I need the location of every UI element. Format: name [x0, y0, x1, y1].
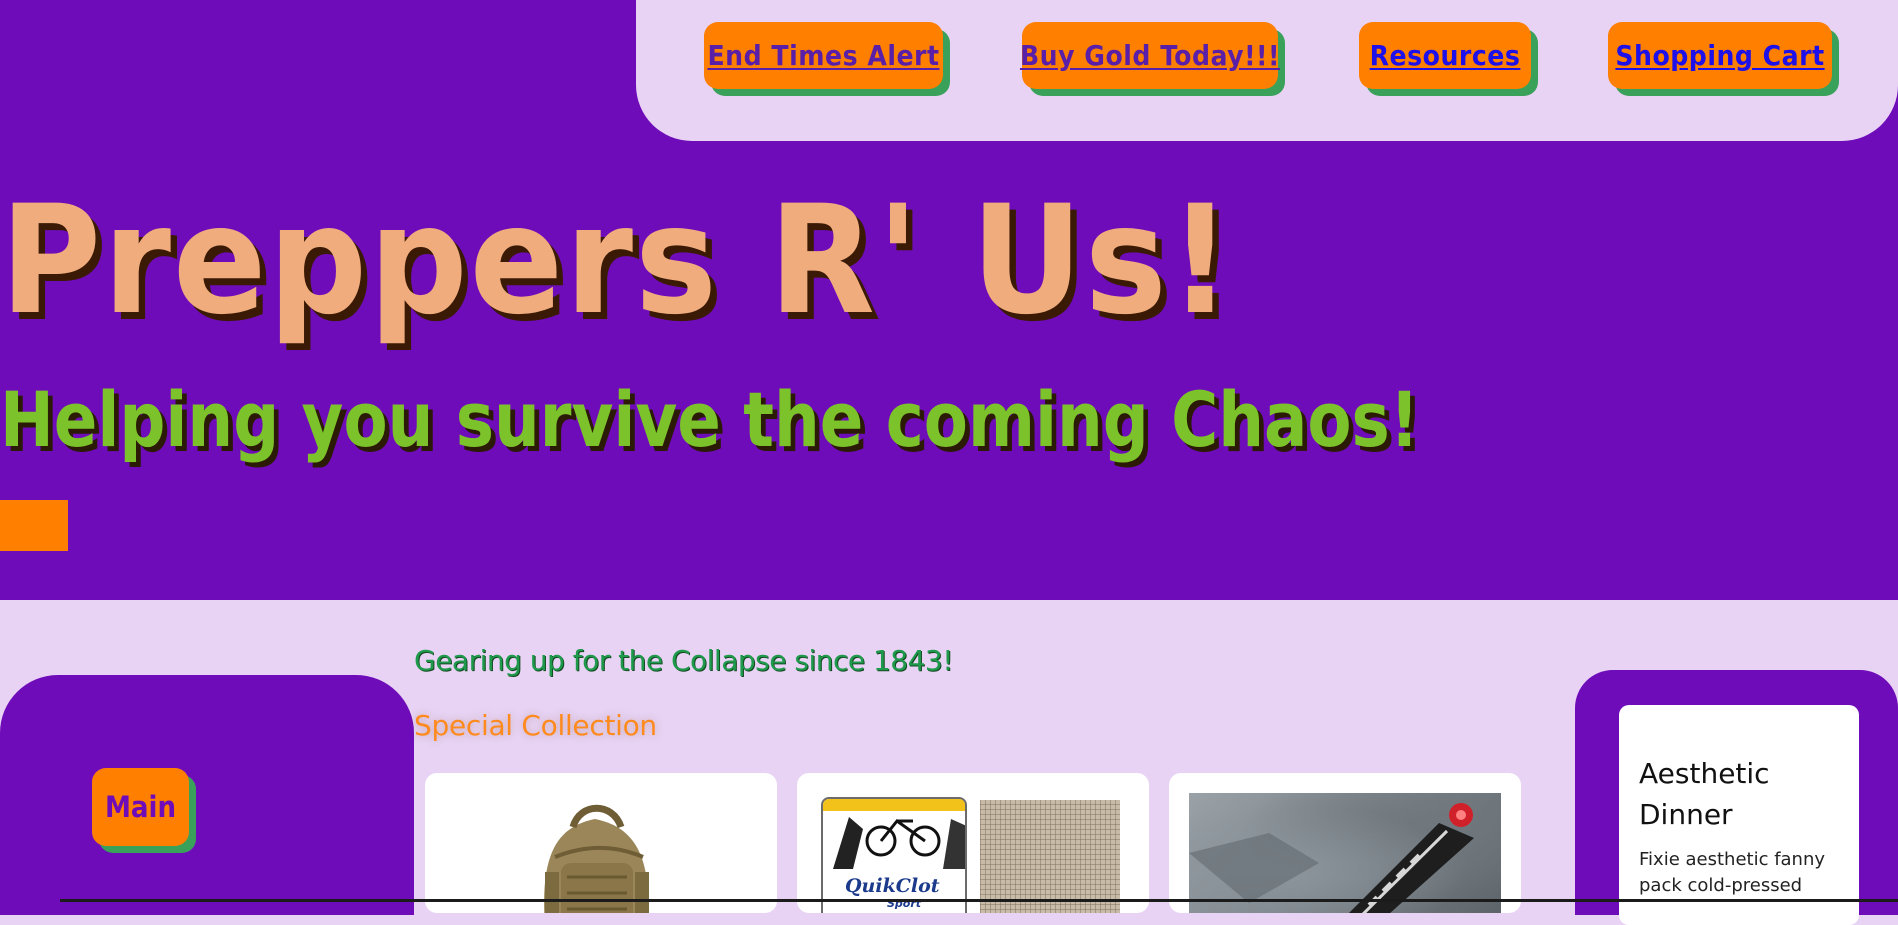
backpack-image [544, 804, 649, 913]
aside-card: Aesthetic Dinner Fixie aesthetic fanny p… [1619, 705, 1859, 925]
nav-resources[interactable]: Resources [1359, 22, 1531, 89]
gauze-image [980, 800, 1120, 913]
site-title: Preppers R' Us! [0, 174, 1234, 348]
product-card-quikclot[interactable]: QuikClot Sport [797, 773, 1149, 913]
nav-buy-gold-today[interactable]: Buy Gold Today!!! [1020, 22, 1280, 89]
nav-end-times-alert[interactable]: End Times Alert [704, 22, 943, 89]
menu-toggle-block[interactable] [0, 500, 68, 551]
top-nav: End Times Alert Buy Gold Today!!! Resour… [636, 0, 1898, 141]
aside-card-title: Aesthetic Dinner [1639, 757, 1770, 831]
product-card-multitool[interactable] [1169, 773, 1521, 913]
quikclot-package-image: QuikClot Sport [821, 797, 967, 913]
hero-header: End Times Alert Buy Gold Today!!! Resour… [0, 0, 1898, 600]
site-tagline: Helping you survive the coming Chaos! [0, 375, 1420, 464]
since-text: Gearing up for the Collapse since 1843! [414, 644, 953, 677]
left-sidebar: Main [0, 675, 414, 915]
special-collection-heading: Special Collection [414, 709, 657, 742]
multitool-image [1189, 793, 1501, 913]
cyclist-graphic-icon [823, 799, 965, 869]
multitool-icon [1189, 803, 1474, 913]
right-sidebar: Aesthetic Dinner Fixie aesthetic fanny p… [1575, 670, 1898, 925]
main-button[interactable]: Main [92, 768, 189, 846]
quikclot-brand: QuikClot [845, 875, 940, 897]
aside-card-body: Fixie aesthetic fanny pack cold-pressed [1639, 849, 1826, 896]
nav-shopping-cart[interactable]: Shopping Cart [1608, 22, 1832, 89]
product-card-backpack[interactable] [425, 773, 777, 913]
